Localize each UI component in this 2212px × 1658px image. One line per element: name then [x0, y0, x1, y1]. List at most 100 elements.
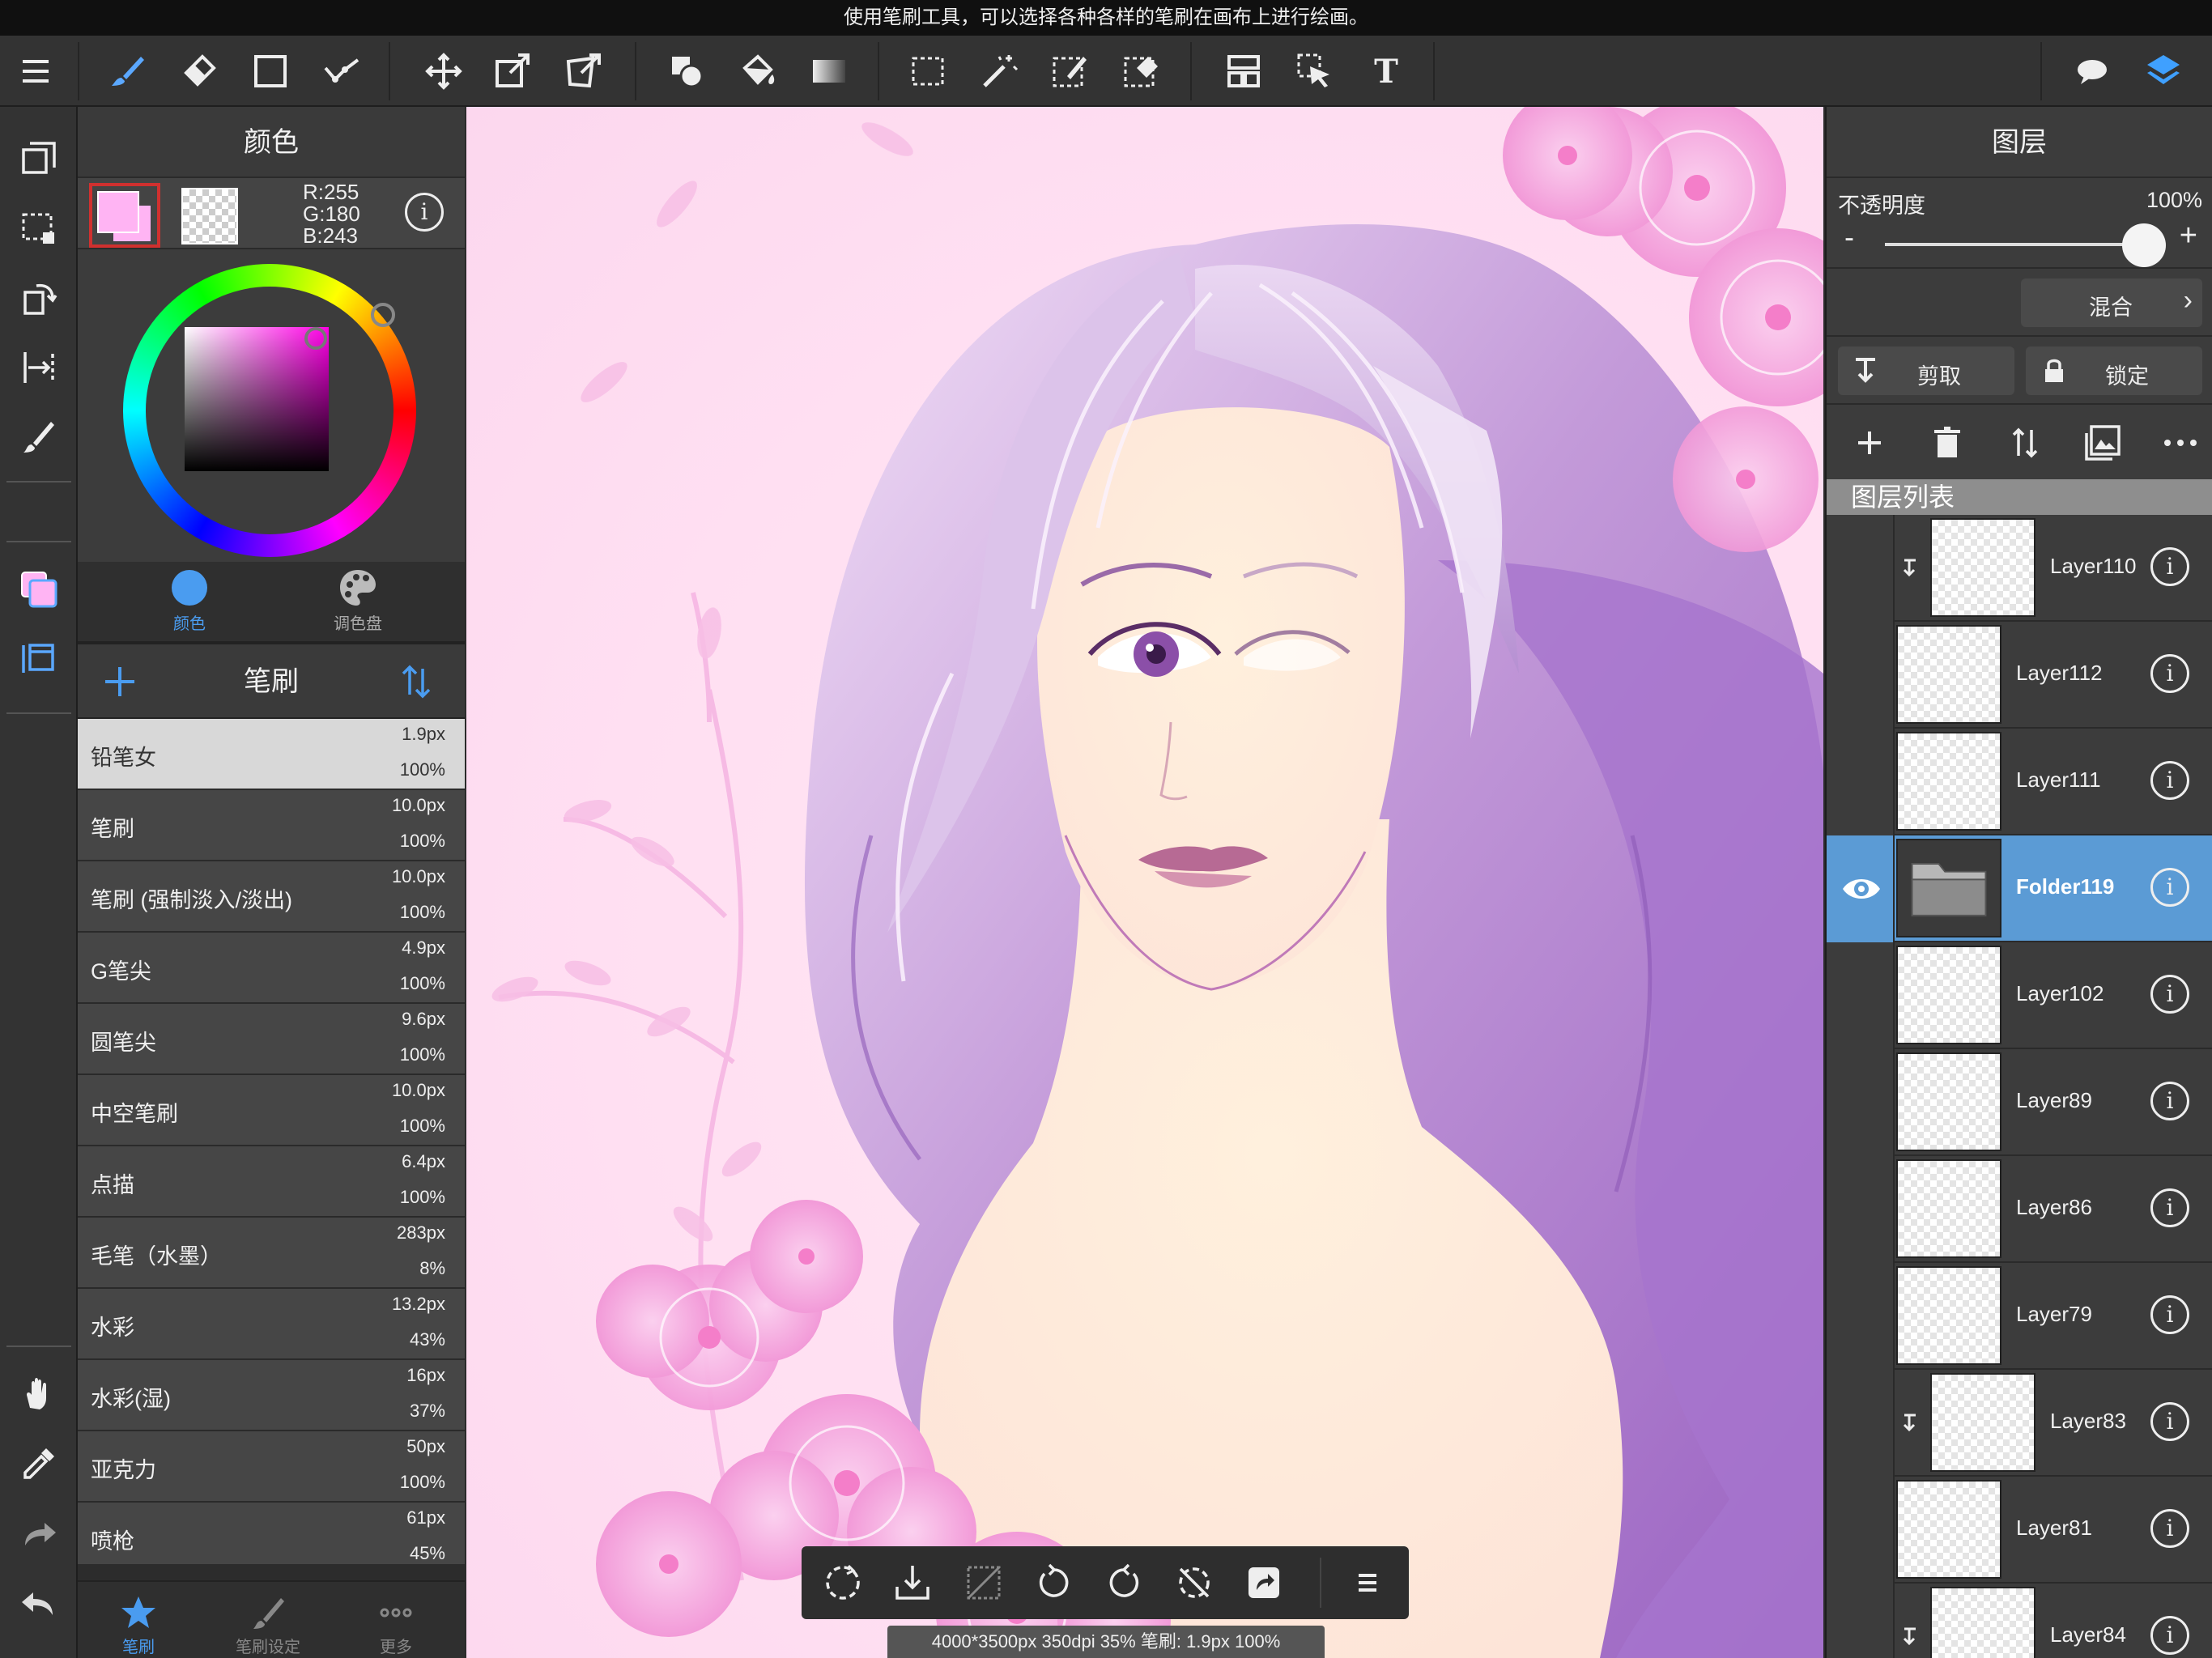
select-eraser-icon[interactable] [1117, 47, 1166, 96]
tab-palette[interactable]: 调色盘 [277, 562, 439, 641]
opacity-slider[interactable] [1885, 243, 2144, 246]
layer-info-icon[interactable]: i [2150, 1616, 2189, 1655]
layer-row[interactable]: Layer84 i [1827, 1584, 2212, 1658]
distort-icon[interactable] [560, 47, 609, 96]
foreground-color-swatch[interactable] [89, 183, 160, 248]
gradient-icon[interactable] [805, 47, 853, 96]
brush-item[interactable]: 喷枪 61px 45% [78, 1503, 465, 1564]
brush-item[interactable]: 笔刷 (强制淡入/淡出) 10.0px 100% [78, 861, 465, 933]
transform-icon[interactable] [489, 47, 538, 96]
layer-visibility-toggle[interactable] [1827, 1477, 1895, 1584]
brush-item[interactable]: 毛笔（水墨） 283px 8% [78, 1218, 465, 1289]
rect-select-icon[interactable] [904, 47, 952, 96]
sv-marker[interactable] [304, 327, 327, 350]
tab-color[interactable]: 颜色 [108, 562, 270, 641]
layer-row[interactable]: Layer81 i [1827, 1477, 2212, 1584]
color-swatch-icon[interactable] [15, 565, 63, 614]
redo-quick-icon[interactable] [1101, 1559, 1148, 1606]
layer-row[interactable]: Layer110 i [1827, 515, 2212, 622]
layer-image-icon[interactable] [2081, 421, 2125, 465]
undo-icon[interactable] [15, 1579, 63, 1627]
speech-icon[interactable] [2068, 47, 2116, 96]
layer-info-icon[interactable]: i [2150, 1188, 2189, 1227]
layer-visibility-toggle[interactable] [1827, 729, 1895, 835]
move-layer-icon[interactable] [2003, 421, 2047, 465]
background-color-swatch[interactable] [181, 188, 238, 244]
opacity-decrease-button[interactable]: - [1844, 220, 1854, 254]
opacity-increase-button[interactable]: + [2180, 219, 2197, 253]
layer-row[interactable]: Layer112 i [1827, 622, 2212, 729]
layer-row[interactable]: Folder119 i [1827, 835, 2212, 942]
brush-item[interactable]: 笔刷 10.0px 100% [78, 790, 465, 861]
hand-icon[interactable] [15, 1370, 63, 1418]
layer-row[interactable]: Layer89 i [1827, 1049, 2212, 1156]
delete-layer-icon[interactable] [1925, 421, 1969, 465]
layer-visibility-toggle[interactable] [1827, 1370, 1895, 1477]
layer-info-icon[interactable]: i [2150, 654, 2189, 693]
brush-item[interactable]: 水彩 13.2px 43% [78, 1289, 465, 1360]
rotate-reset-icon[interactable] [1171, 1559, 1218, 1606]
layer-visibility-toggle[interactable] [1827, 1156, 1895, 1263]
quick-menu-icon[interactable] [1344, 1559, 1391, 1606]
clip-button[interactable]: 剪取 [1838, 346, 2014, 395]
layer-visibility-toggle[interactable] [1827, 1049, 1895, 1156]
layer-row[interactable]: Layer79 i [1827, 1263, 2212, 1370]
layer-more-icon[interactable] [2159, 421, 2202, 465]
deselect-icon[interactable] [819, 1559, 866, 1606]
flip-icon[interactable] [15, 343, 63, 392]
brush-item[interactable]: 铅笔女 1.9px 100% [78, 719, 465, 790]
frame-icon[interactable] [1219, 47, 1268, 96]
tab-more[interactable]: 更多 [335, 1582, 457, 1658]
save-icon[interactable] [889, 1559, 936, 1606]
layer-visibility-toggle[interactable] [1827, 1263, 1895, 1370]
layer-visibility-toggle[interactable] [1827, 515, 1895, 622]
select-pen-icon[interactable] [1046, 47, 1095, 96]
sort-brushes-icon[interactable] [400, 662, 432, 701]
rectangle-icon[interactable] [246, 47, 295, 96]
redo-icon[interactable] [15, 1509, 63, 1558]
layer-info-icon[interactable]: i [2150, 547, 2189, 586]
brush-item[interactable]: 水彩(湿) 16px 37% [78, 1360, 465, 1431]
layer-info-icon[interactable]: i [2150, 1295, 2189, 1334]
layer-row[interactable]: Layer86 i [1827, 1156, 2212, 1263]
menu-icon[interactable] [11, 47, 60, 96]
layer-visibility-toggle[interactable] [1827, 835, 1895, 942]
move-icon[interactable] [419, 47, 468, 96]
layer-info-icon[interactable]: i [2150, 868, 2189, 907]
selection-icon[interactable] [15, 204, 63, 253]
share-icon[interactable] [1240, 1559, 1287, 1606]
rotate-canvas-icon[interactable] [15, 274, 63, 322]
text-icon[interactable]: T [1362, 47, 1410, 96]
bucket-icon[interactable] [734, 47, 782, 96]
layer-info-icon[interactable]: i [2150, 761, 2189, 800]
tab-brush-settings[interactable]: 笔刷设定 [207, 1582, 329, 1658]
brush-item[interactable]: G笔尖 4.9px 100% [78, 933, 465, 1004]
layers-icon[interactable] [2139, 47, 2188, 96]
operation-icon[interactable] [1291, 47, 1339, 96]
tab-brush[interactable]: 笔刷 [78, 1582, 199, 1658]
add-layer-icon[interactable] [1848, 421, 1891, 465]
magic-wand-icon[interactable] [975, 47, 1023, 96]
panel-toggle-icon[interactable] [15, 635, 63, 683]
saturation-value-square[interactable] [185, 327, 329, 471]
brush-item[interactable]: 中空笔刷 10.0px 100% [78, 1075, 465, 1146]
eyedropper-icon[interactable] [15, 1439, 63, 1488]
clear-icon[interactable] [960, 1559, 1007, 1606]
layer-copy-icon[interactable] [15, 134, 63, 183]
drawing-canvas[interactable] [466, 107, 1823, 1658]
layer-row[interactable]: Layer111 i [1827, 729, 2212, 835]
hue-marker[interactable] [371, 303, 395, 327]
brush-item[interactable]: 亚克力 50px 100% [78, 1431, 465, 1503]
brush-icon[interactable] [104, 47, 152, 96]
layer-info-icon[interactable]: i [2150, 1082, 2189, 1120]
layer-row[interactable]: Layer102 i [1827, 942, 2212, 1049]
layer-info-icon[interactable]: i [2150, 1509, 2189, 1548]
line-icon[interactable] [317, 47, 366, 96]
layer-visibility-toggle[interactable] [1827, 942, 1895, 1049]
layer-info-icon[interactable]: i [2150, 1402, 2189, 1441]
blend-mode-button[interactable]: 混合 › [2021, 278, 2202, 327]
layer-info-icon[interactable]: i [2150, 975, 2189, 1014]
undo-quick-icon[interactable] [1030, 1559, 1077, 1606]
lock-button[interactable]: 锁定 [2026, 346, 2202, 395]
layer-visibility-toggle[interactable] [1827, 622, 1895, 729]
